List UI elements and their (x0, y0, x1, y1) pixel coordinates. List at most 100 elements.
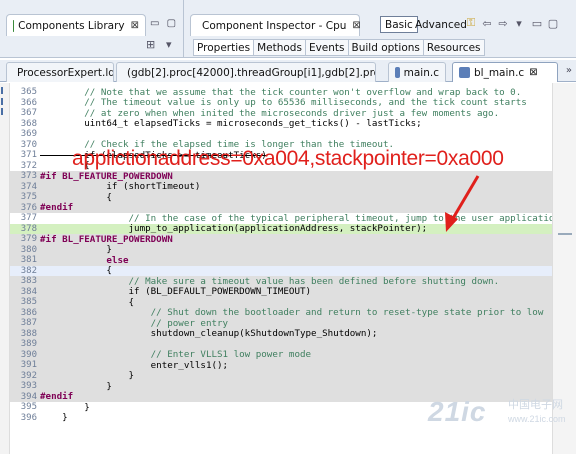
code-line[interactable]: 388 shutdown_cleanup(kShutdownType_Shutd… (10, 328, 552, 339)
code-line[interactable]: 368 uint64_t elapsedTicks = microseconds… (10, 118, 552, 129)
code-line[interactable]: 387 // power entry (10, 318, 552, 329)
code-text: // Make sure a timeout value has been de… (40, 275, 500, 287)
line-number: 376 (20, 202, 37, 213)
line-number: 370 (20, 139, 37, 150)
subtab-properties[interactable]: Properties (193, 39, 255, 56)
subtab-methods[interactable]: Methods (253, 39, 306, 56)
inspector-subtabs: Properties Methods Events Build options … (193, 39, 485, 56)
line-number: 392 (20, 370, 37, 381)
code-text: } (40, 370, 135, 382)
code-text: // Enter VLLS1 low power mode (40, 349, 312, 361)
close-icon[interactable]: ⊠ (131, 20, 139, 31)
code-text: #if BL_FEATURE_POWERDOWN (40, 170, 173, 182)
c-file-icon (459, 67, 470, 78)
view-menu-icon[interactable]: ▾ (166, 38, 172, 51)
code-line[interactable]: 377 // In the case of the typical periph… (10, 212, 555, 224)
tab-overflow-icon[interactable]: » (566, 65, 572, 76)
line-number: 396 (20, 412, 37, 423)
code-line[interactable]: 366 // The timeout value is only up to 6… (10, 97, 552, 109)
code-line[interactable]: 384 if (BL_DEFAULT_POWERDOWN_TIMEOUT) (10, 286, 552, 297)
tab-label: bl_main.c (474, 66, 525, 79)
tab-main-c[interactable]: main.c (388, 62, 446, 82)
line-number: 390 (20, 349, 37, 360)
code-line[interactable]: 369 (10, 129, 552, 140)
close-icon[interactable]: ⊠ (529, 67, 537, 78)
components-library-panel: Components Library ⊠ ▭ ▢ ⊞ ▾ (0, 0, 184, 58)
code-text: enter_vlls1(); (40, 359, 229, 371)
code-text: // power entry (40, 317, 229, 329)
change-marker (1, 97, 9, 105)
line-number: 373 (20, 171, 37, 182)
tab-label: Component Inspector - Cpu (202, 19, 347, 32)
tab-processorexpert-ld[interactable]: ProcessorExpert.ld (6, 62, 114, 82)
code-text: } (40, 244, 112, 256)
subtab-resources[interactable]: Resources (422, 39, 485, 56)
line-number: 366 (20, 97, 37, 108)
code-text: // Note that we assume that the tick cou… (40, 86, 522, 98)
code-text: if (shortTimeout) (40, 181, 201, 193)
code-line[interactable]: 389 (10, 339, 552, 350)
code-editor[interactable]: 365 // Note that we assume that the tick… (0, 83, 576, 454)
code-line[interactable]: 380 } (10, 244, 552, 256)
tab-bl-main-c[interactable]: bl_main.c ⊠ (452, 62, 558, 82)
code-line[interactable]: 375 { (10, 192, 552, 203)
watermark-21ic: 21ic 中国电子网 www.21ic.com (428, 396, 566, 428)
code-line[interactable]: 373 #if BL_FEATURE_POWERDOWN (10, 171, 552, 182)
code-line[interactable]: 376 #endif (10, 202, 552, 213)
change-marker (1, 87, 9, 94)
code-line[interactable]: 374 if (shortTimeout) (10, 181, 552, 193)
subtab-events[interactable]: Events (304, 39, 349, 56)
red-annotation: applictionaddress=0xa004,stackpointer=0x… (72, 147, 504, 170)
line-number: 380 (20, 244, 37, 255)
code-text: } (40, 412, 68, 424)
advanced-mode-button[interactable]: Advanced (410, 16, 472, 33)
code-line[interactable]: 383 // Make sure a timeout value has bee… (10, 276, 552, 287)
minimize-icon[interactable]: ▭ (530, 16, 544, 30)
line-number: 367 (20, 108, 37, 119)
top-panel-area: Components Library ⊠ ▭ ▢ ⊞ ▾ Component I… (0, 0, 576, 58)
line-number: 387 (20, 318, 37, 329)
minimize-icon[interactable]: ▭ ▢ (150, 18, 178, 29)
line-number: 379 (20, 234, 37, 245)
code-line[interactable]: 382 { (10, 265, 552, 277)
code-text: { (40, 265, 112, 277)
code-line[interactable]: 367 // at zero when when inited the micr… (10, 108, 552, 119)
code-line[interactable]: 391 enter_vlls1(); (10, 360, 552, 371)
code-line[interactable]: 385 { (10, 297, 552, 308)
line-number: 384 (20, 286, 37, 297)
menu-icon[interactable]: ▾ (512, 16, 526, 30)
code-text: // Shut down the bootloader and return t… (40, 307, 544, 319)
code-text: // The timeout value is only up to 65536… (40, 97, 527, 109)
close-icon[interactable]: ⊠ (352, 20, 360, 31)
line-number: 393 (20, 381, 37, 392)
code-text: #endif (40, 391, 74, 403)
back-icon[interactable]: ⇦ (480, 16, 494, 30)
code-line[interactable]: 381 else (10, 255, 552, 266)
code-line[interactable]: 378 jump_to_application(applicationAddre… (10, 223, 552, 234)
line-number: 375 (20, 192, 37, 203)
tab-gdb-thread[interactable]: (gdb[2].proc[42000].threadGroup[i1],gdb[… (116, 62, 376, 82)
new-component-icon[interactable]: ⊞ (146, 38, 155, 51)
code-line[interactable]: 365 // Note that we assume that the tick… (10, 87, 552, 98)
tab-label: ProcessorExpert.ld (17, 66, 114, 79)
forward-icon[interactable]: ⇨ (496, 16, 510, 30)
tab-components-library[interactable]: Components Library ⊠ (6, 14, 146, 36)
code-line[interactable]: 393 } (10, 381, 552, 392)
lock-icon[interactable]: ⚿ (464, 16, 478, 30)
line-number: 382 (20, 265, 37, 276)
line-number: 386 (20, 307, 37, 318)
maximize-icon[interactable]: ▢ (546, 16, 560, 30)
code-line[interactable]: 379 #if BL_FEATURE_POWERDOWN (10, 234, 552, 245)
watermark-logo: 21ic (428, 396, 487, 427)
tab-component-inspector[interactable]: Component Inspector - Cpu ⊠ (190, 14, 361, 36)
code-line[interactable]: 386 // Shut down the bootloader and retu… (10, 307, 552, 319)
code-line[interactable]: 390 // Enter VLLS1 low power mode (10, 349, 552, 361)
line-number: 383 (20, 276, 37, 287)
watermark-cn: 中国电子网 (508, 399, 563, 411)
line-number: 388 (20, 328, 37, 339)
overview-ruler[interactable] (0, 83, 10, 454)
code-text: // at zero when when inited the microsec… (40, 107, 500, 119)
subtab-build-options[interactable]: Build options (347, 39, 424, 56)
code-text: // In the case of the typical peripheral… (40, 212, 555, 224)
code-line[interactable]: 392 } (10, 370, 552, 382)
